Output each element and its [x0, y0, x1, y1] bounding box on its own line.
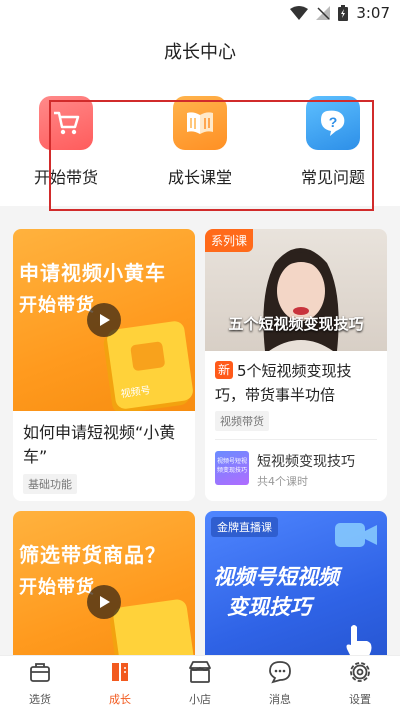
course-title: 5个短视频变现技巧，带货事半功倍 [215, 362, 352, 404]
tab-label: 小店 [189, 693, 211, 706]
course-title: 如何申请短视频“小黄车” [23, 423, 176, 466]
tab-settings[interactable]: 设置 [320, 660, 400, 707]
status-time: 3:07 [356, 4, 390, 22]
chat-icon [269, 661, 291, 684]
course-card-monetization-tips[interactable]: 系列课 五个短视频变现技巧 新 5个短视频变现技巧，带货事半功倍 视频带货 视频号… [205, 229, 387, 501]
thumbnail-subtitle: 开始带货 [19, 295, 95, 316]
course-thumbnail: 金牌直播课 视频号短视频 变现技巧 [205, 511, 387, 671]
quick-action-faq[interactable]: ? 常见问题 [273, 96, 393, 188]
thumbnail-title-line1: 视频号短视频 [213, 565, 339, 589]
shopping-cart-icon [39, 96, 93, 150]
play-icon[interactable] [87, 303, 121, 337]
shop-icon [189, 661, 211, 683]
thumbnail-title-line2: 变现技巧 [227, 595, 311, 619]
video-camera-icon [335, 523, 377, 547]
svg-text:?: ? [329, 114, 338, 130]
status-bar: 3:07 [0, 0, 400, 28]
course-tag: 基础功能 [23, 474, 77, 494]
course-thumbnail: 申请视频小黄车 开始带货 视频号 [13, 229, 195, 411]
new-badge: 新 [215, 361, 233, 379]
quick-action-start-selling[interactable]: 开始带货 [6, 96, 126, 188]
sub-course-thumbnail: 视频号短视频变现技巧 [215, 451, 249, 485]
thumbnail-title: 申请视频小黄车 [19, 261, 166, 285]
tab-select-goods[interactable]: 选货 [0, 660, 80, 707]
course-thumbnail: 筛选带货商品？ 开始带货 [13, 511, 195, 671]
video-channel-logo-text: 视频号 [120, 385, 152, 401]
wifi-icon [290, 6, 309, 20]
open-book-icon [173, 96, 227, 150]
bag-icon [30, 663, 50, 682]
quick-actions: 开始带货 成长课堂 ? 常见问题 [0, 78, 400, 206]
book-icon [112, 663, 128, 681]
tab-label: 选货 [29, 693, 51, 706]
sub-course-meta: 共4个课时 [257, 475, 308, 488]
gold-live-badge: 金牌直播课 [211, 517, 278, 537]
no-signal-icon [316, 6, 331, 20]
play-icon[interactable] [87, 585, 121, 619]
quick-action-label: 常见问题 [300, 168, 365, 187]
page-title: 成长中心 [0, 28, 400, 78]
tab-messages[interactable]: 消息 [240, 660, 320, 707]
tab-label: 消息 [269, 693, 291, 706]
tab-growth[interactable]: 成长 [80, 660, 160, 707]
series-badge: 系列课 [205, 229, 254, 252]
course-title-row: 新 5个短视频变现技巧，带货事半功倍 [205, 359, 387, 407]
course-card-apply-cart[interactable]: 申请视频小黄车 开始带货 视频号 如何申请短视频“小黄车” 基础功能 [13, 229, 195, 501]
quick-action-growth-classroom[interactable]: 成长课堂 [140, 96, 260, 188]
thumbnail-caption: 五个短视频变现技巧 [228, 315, 364, 333]
tab-label: 成长 [109, 693, 131, 706]
tab-shop[interactable]: 小店 [160, 660, 240, 707]
quick-action-label: 开始带货 [33, 168, 98, 187]
sub-course-title: 短视频变现技巧 [257, 454, 355, 470]
tab-label: 设置 [349, 693, 371, 706]
video-logo-graphic: 视频号 [105, 319, 195, 411]
question-bubble-icon: ? [306, 96, 360, 150]
quick-action-label: 成长课堂 [167, 168, 232, 187]
bottom-tab-bar: 选货 成长 小店 消息 设置 [0, 655, 400, 711]
course-thumbnail: 系列课 五个短视频变现技巧 [205, 229, 387, 351]
thumbnail-title: 筛选带货商品？ [19, 543, 166, 567]
course-card-live-class[interactable]: 金牌直播课 视频号短视频 变现技巧 [205, 511, 387, 671]
sub-course-thumbnail-text: 视频号短视频变现技巧 [217, 458, 248, 474]
course-card-select-products[interactable]: 筛选带货商品？ 开始带货 [13, 511, 195, 671]
battery-charging-icon [338, 5, 349, 21]
thumbnail-subtitle: 开始带货 [19, 577, 95, 598]
course-tag: 视频带货 [215, 411, 269, 431]
gear-icon [350, 662, 370, 682]
